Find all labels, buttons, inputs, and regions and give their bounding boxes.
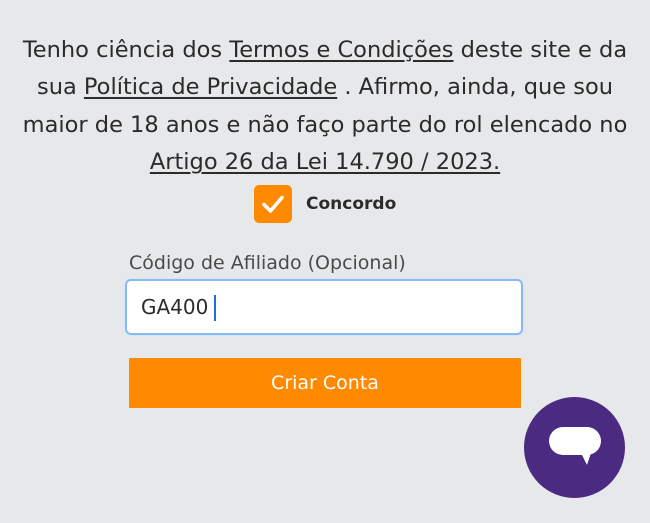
privacy-policy-link[interactable]: Política de Privacidade: [84, 74, 337, 100]
agree-label: Concordo: [306, 194, 397, 214]
agree-checkbox[interactable]: [254, 185, 292, 223]
chat-launcher-button[interactable]: [524, 397, 625, 498]
affiliate-code-input[interactable]: [127, 281, 521, 333]
affiliate-code-label: Código de Afiliado (Opcional): [129, 252, 406, 274]
affiliate-code-field[interactable]: [125, 279, 523, 335]
checkmark-icon: [262, 195, 284, 213]
create-account-button[interactable]: Criar Conta: [129, 358, 521, 408]
text-caret: [214, 295, 216, 321]
terms-conditions-link[interactable]: Termos e Condições: [229, 37, 453, 63]
chat-icon: [548, 426, 601, 465]
law-article-link[interactable]: Artigo 26 da Lei 14.790 / 2023.: [150, 149, 500, 175]
agree-checkbox-row[interactable]: Concordo: [254, 185, 396, 223]
terms-intro: Tenho ciência dos: [22, 36, 230, 63]
terms-text: Tenho ciência dos Termos e Condições des…: [10, 32, 640, 182]
